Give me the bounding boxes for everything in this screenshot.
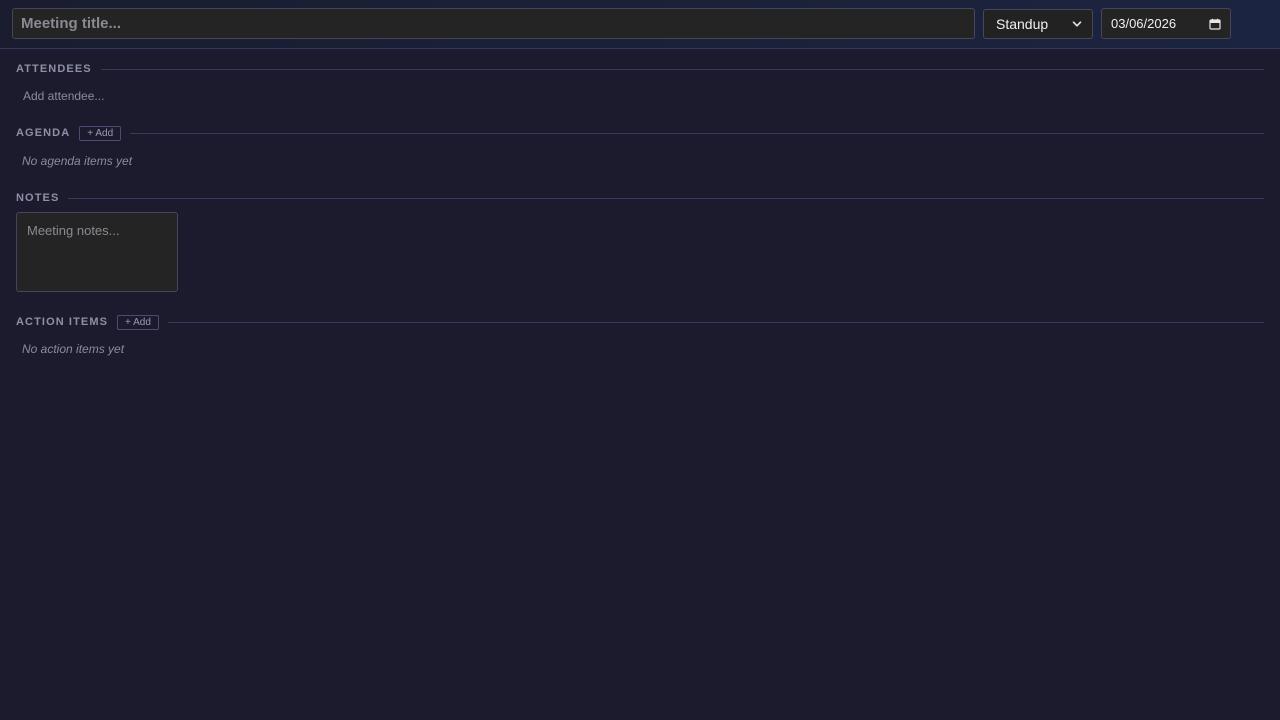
meeting-type-select[interactable]: Standup bbox=[983, 9, 1093, 39]
add-agenda-item-button[interactable]: + Add bbox=[79, 125, 122, 141]
notes-section-header: NOTES bbox=[16, 191, 1264, 205]
meeting-date-input[interactable]: 03/06/2026 bbox=[1101, 8, 1231, 39]
meeting-title-input[interactable] bbox=[12, 8, 975, 39]
chevron-down-icon bbox=[1072, 21, 1082, 27]
section-divider bbox=[167, 321, 1264, 323]
section-divider bbox=[68, 197, 1264, 199]
meeting-header: Standup 03/06/2026 bbox=[0, 0, 1280, 49]
action-items-empty-message: No action items yet bbox=[22, 342, 125, 356]
section-divider bbox=[130, 132, 1264, 134]
calendar-icon[interactable] bbox=[1209, 18, 1221, 30]
action-items-section-header: ACTION ITEMS + Add bbox=[16, 314, 1264, 330]
section-divider bbox=[100, 68, 1264, 70]
add-attendee-input[interactable] bbox=[23, 88, 323, 104]
add-action-item-button[interactable]: + Add bbox=[117, 314, 159, 330]
action-items-heading: ACTION ITEMS bbox=[16, 316, 109, 328]
attendees-heading: ATTENDEES bbox=[16, 63, 92, 75]
meeting-type-value: Standup bbox=[996, 16, 1049, 32]
meeting-date-value: 03/06/2026 bbox=[1111, 16, 1177, 31]
agenda-heading: AGENDA bbox=[16, 127, 71, 139]
attendees-section-header: ATTENDEES bbox=[16, 62, 1264, 76]
meeting-notes-textarea[interactable] bbox=[16, 212, 178, 292]
agenda-empty-message: No agenda items yet bbox=[22, 154, 133, 168]
agenda-section-header: AGENDA + Add bbox=[16, 125, 1264, 141]
notes-heading: NOTES bbox=[16, 192, 60, 204]
